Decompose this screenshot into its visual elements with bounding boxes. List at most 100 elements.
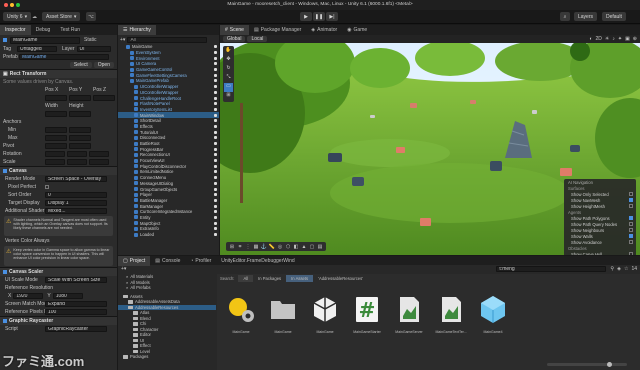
ai-option-checkbox[interactable] (629, 252, 633, 255)
visibility-toggle-icon[interactable] (214, 56, 217, 60)
canvas-scaler-header[interactable]: Canvas Scaler (0, 267, 117, 276)
play-button[interactable]: ▶ (300, 12, 312, 21)
tab-profiler[interactable]: ◔ Profiler (185, 256, 216, 266)
pixel-perfect-checkbox[interactable] (45, 185, 49, 189)
star-icon[interactable]: ☆ (624, 266, 628, 272)
target-display-dropdown[interactable]: Display 1 (45, 200, 107, 206)
close-window-icon[interactable] (4, 3, 8, 7)
select-button[interactable]: Select (69, 62, 92, 68)
pos-y-field[interactable] (69, 95, 91, 101)
tab-project[interactable]: ▢ Project (118, 255, 151, 266)
layout-dropdown[interactable]: Default (602, 12, 626, 21)
visibility-toggle-icon[interactable] (214, 187, 217, 191)
visibility-toggle-icon[interactable] (214, 119, 217, 123)
terrain-icon[interactable]: ▲ (300, 244, 308, 250)
visibility-toggle-icon[interactable] (214, 79, 217, 83)
asset-tile[interactable]: MainGame (265, 294, 301, 344)
asset-tile[interactable]: MainGameTextTer... (433, 294, 469, 344)
rotation-y-field[interactable] (67, 151, 87, 157)
asset-tile[interactable]: MainGameServer (391, 294, 427, 344)
max-x-field[interactable] (45, 135, 67, 141)
step-button[interactable]: ▶| (326, 12, 338, 21)
zoom-slider-handle[interactable] (607, 362, 612, 367)
visibility-toggle-icon[interactable] (214, 124, 217, 128)
visibility-toggle-icon[interactable] (214, 153, 217, 157)
zoom-slider[interactable] (547, 362, 627, 367)
rotate-tool-icon[interactable]: ↻ (224, 65, 233, 74)
hierarchy-item[interactable]: Loaded (118, 232, 219, 238)
grid-snap-icon[interactable]: ⊞ (228, 244, 236, 250)
pivot-x-field[interactable] (45, 143, 67, 149)
asset-tile[interactable]: # MainGameStarter (349, 294, 385, 344)
hierarchy-search-input[interactable]: All (127, 36, 208, 43)
active-checkbox[interactable] (3, 38, 7, 42)
tag-dropdown[interactable]: Untagged (17, 46, 57, 52)
visibility-toggle-icon[interactable] (214, 176, 217, 180)
visibility-toggle-icon[interactable] (214, 96, 217, 100)
pause-button[interactable]: ❚❚ (313, 12, 325, 21)
ai-option-checkbox[interactable] (629, 216, 633, 220)
layer-dropdown[interactable]: UI (76, 46, 111, 52)
ai-option-row[interactable]: Show Carve Hull (564, 251, 636, 255)
ai-option-checkbox[interactable] (629, 228, 633, 232)
view-tool-icon[interactable]: ✋ (224, 47, 233, 56)
width-field[interactable] (45, 111, 67, 117)
increment-icon[interactable]: ⋮ (244, 244, 252, 250)
visibility-toggle-icon[interactable] (214, 170, 217, 174)
camera-icon[interactable]: ▣ (625, 36, 630, 42)
visibility-toggle-icon[interactable] (214, 90, 217, 94)
rotation-z-field[interactable] (89, 151, 109, 157)
layers-dropdown[interactable]: Layers (574, 12, 598, 21)
audio-icon[interactable]: ♪ (612, 36, 615, 42)
visibility-toggle-icon[interactable] (214, 136, 217, 140)
favorite-item[interactable]: ⌕ All Prefabs (118, 285, 216, 291)
pivot-y-field[interactable] (69, 143, 91, 149)
script-field[interactable]: GraphicRaycaster (45, 326, 107, 332)
effects-icon[interactable]: ✦ (618, 36, 622, 42)
ai-option-checkbox[interactable] (629, 222, 633, 226)
asset-tile[interactable]: MainGame4 (475, 294, 511, 344)
local-global-dropdown[interactable]: Local (247, 36, 268, 42)
tab-debug[interactable]: Debug (31, 25, 56, 35)
min-x-field[interactable] (45, 127, 67, 133)
anchors-row[interactable]: Anchors (0, 118, 117, 126)
visibility-toggle-icon[interactable] (214, 215, 217, 219)
minimize-window-icon[interactable] (10, 3, 14, 7)
render-mode-dropdown[interactable]: Screen Space - Overlay (45, 176, 107, 182)
visibility-toggle-icon[interactable] (214, 85, 217, 89)
visibility-toggle-icon[interactable] (214, 164, 217, 168)
visibility-toggle-icon[interactable] (214, 107, 217, 111)
visibility-toggle-icon[interactable] (214, 233, 217, 237)
ai-option-checkbox[interactable] (629, 192, 633, 196)
ref-ppu-field[interactable]: 100 (45, 309, 107, 315)
draw-mode-icon[interactable]: ▦ (252, 244, 260, 250)
tilemap-icon[interactable]: ▤ (316, 244, 324, 250)
ai-option-checkbox[interactable] (629, 204, 633, 208)
canvas-enabled-checkbox[interactable] (3, 169, 7, 173)
light-probe-icon[interactable]: ◎ (276, 244, 284, 250)
shader-channels-dropdown[interactable]: Mixed... (45, 208, 107, 214)
visibility-toggle-icon[interactable] (214, 193, 217, 197)
collider-icon[interactable]: ▢ (308, 244, 316, 250)
visibility-toggle-icon[interactable] (214, 130, 217, 134)
tab-scene[interactable]: # Scene (220, 25, 249, 35)
scope-folder[interactable]: 'AddressableResources' (313, 275, 368, 282)
maximize-window-icon[interactable] (16, 3, 20, 7)
visibility-toggle-icon[interactable] (214, 227, 217, 231)
cloud-icon[interactable]: ☁ (32, 14, 38, 20)
ai-option-checkbox[interactable] (629, 198, 633, 202)
rect-tool-icon[interactable]: ▭ (224, 83, 233, 92)
search-icon[interactable]: ⌕ (560, 12, 570, 21)
asset-store-button[interactable]: Asset Store ▾ (42, 12, 81, 21)
tab-game[interactable]: ◉ Game (342, 25, 372, 35)
max-y-field[interactable] (69, 135, 91, 141)
match-mode-dropdown[interactable]: Expand (45, 301, 107, 307)
visibility-toggle-icon[interactable] (214, 147, 217, 151)
project-search-input[interactable]: t:meng (496, 266, 607, 272)
gizmos-icon[interactable]: ⊕ (633, 36, 637, 42)
snap-icon[interactable]: ⌗ (236, 244, 244, 250)
asset-tile[interactable]: MainGame (307, 294, 343, 344)
filter-icon[interactable]: ⚲ (610, 266, 614, 272)
scale-tool-icon[interactable]: ⤡ (224, 74, 233, 83)
ref-x-field[interactable]: 1920 (13, 293, 44, 299)
